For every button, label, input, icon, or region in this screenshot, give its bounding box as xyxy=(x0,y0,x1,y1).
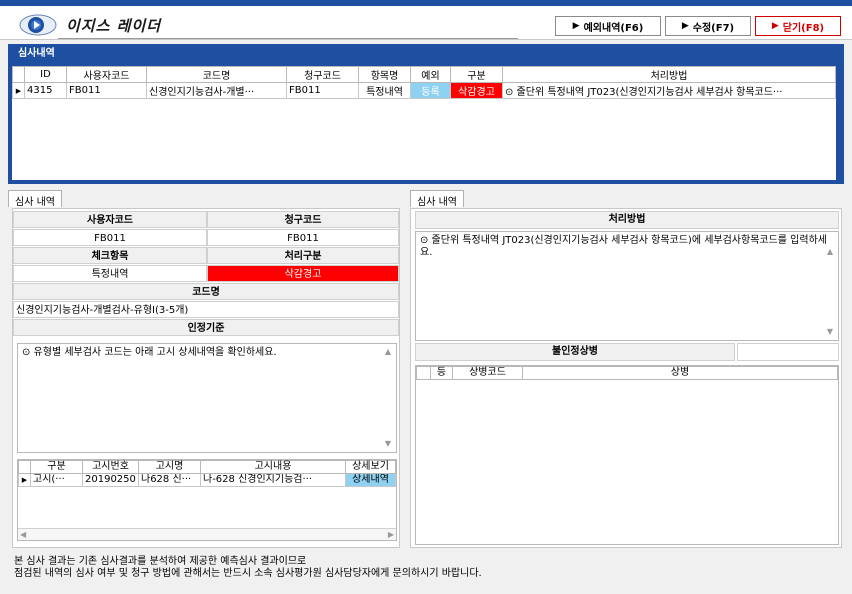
review-header-row: ID 사용자코드 코드명 청구코드 항목명 예외 구분 처리방법 xyxy=(12,66,836,83)
app-header: 이지스 레이더 ▶ 예외내역(F6) ▶ 수정(F7) ▶ 닫기(F8) xyxy=(0,6,852,40)
col-notice-number[interactable]: 고시번호 xyxy=(82,460,139,474)
col-notice-content[interactable]: 고시내용 xyxy=(200,460,346,474)
col-user-code[interactable]: 사용자코드 xyxy=(66,66,147,83)
play-icon: ▶ xyxy=(572,21,580,31)
cell-type: 고시(··· xyxy=(30,473,83,487)
criteria-label: 인정기준 xyxy=(13,319,399,336)
tab-review-left[interactable]: 심사 내역 xyxy=(8,190,62,208)
play-icon: ▶ xyxy=(681,21,689,31)
scroll-down-icon[interactable]: ▼ xyxy=(382,438,394,450)
col-code-name[interactable]: 코드명 xyxy=(146,66,287,83)
code-name-label: 코드명 xyxy=(13,283,399,300)
table-row[interactable]: ▶ 4315 FB011 신경인지기능검사-개별··· FB011 특정내역 등… xyxy=(12,82,836,99)
scroll-up-icon[interactable]: ▲ xyxy=(382,346,394,358)
user-code-value: FB011 xyxy=(13,229,207,246)
scroll-down-icon[interactable]: ▼ xyxy=(824,326,836,338)
notice-table: 구분 고시번호 고시명 고시내용 상세보기 ▶ 고시(··· 20190250 … xyxy=(18,460,396,487)
criteria-textarea[interactable]: ⊙ 유형별 세부검사 코드는 아래 고시 상세내역을 확인하세요. ▲ ▼ xyxy=(17,343,397,453)
col-rank[interactable]: 등 xyxy=(430,366,453,380)
cell-exception: 등록 xyxy=(410,82,451,99)
method-textarea[interactable]: ⊙ 줄단위 특정내역 JT023(신경인지기능검사 세부검사 항목코드)에 세부… xyxy=(415,231,839,341)
right-panel: 처리방법 ⊙ 줄단위 특정내역 JT023(신경인지기능검사 세부검사 항목코드… xyxy=(410,208,842,548)
cell-notice-content: 나-628 신경인지기능검··· xyxy=(200,473,346,487)
disease-header-row: 등 상병코드 상병 xyxy=(416,366,838,380)
col-item-name[interactable]: 항목명 xyxy=(358,66,411,83)
notice-header-row: 구분 고시번호 고시명 고시내용 상세보기 xyxy=(18,460,396,474)
cell-method: ⊙ 줄단위 특정내역 JT023(신경인지기능검사 세부검사 항목코드··· xyxy=(502,82,836,99)
claim-code-value: FB011 xyxy=(207,229,399,246)
check-item-value: 특정내역 xyxy=(13,265,207,282)
footer-notice: 본 심사 결과는 기존 심사결과를 분석하여 제공한 예측심사 결과이므로 점검… xyxy=(14,556,482,580)
col-claim-code[interactable]: 청구코드 xyxy=(286,66,359,83)
row-marker-icon: ▶ xyxy=(18,473,31,487)
left-panel: 사용자코드 청구코드 FB011 FB011 체크항목 처리구분 특정내역 삭감… xyxy=(12,208,400,548)
cell-notice-number: 20190250 xyxy=(82,473,139,487)
col-method[interactable]: 처리방법 xyxy=(502,66,836,83)
table-row[interactable]: ▶ 고시(··· 20190250 나628 신··· 나-628 신경인지기능… xyxy=(18,473,396,487)
process-type-value: 삭감경고 xyxy=(207,265,399,282)
col-id[interactable]: ID xyxy=(24,66,67,83)
scroll-left-icon[interactable]: ◀ xyxy=(20,529,26,541)
cell-item-name: 특정내역 xyxy=(358,82,411,99)
review-table-container: ID 사용자코드 코드명 청구코드 항목명 예외 구분 처리방법 ▶ 4315 … xyxy=(12,66,836,180)
cell-notice-name: 나628 신··· xyxy=(138,473,201,487)
code-name-value: 신경인지기능검사-개별검사-유형Ⅰ(3-5개) xyxy=(13,301,399,318)
disease-label: 불인정상병 xyxy=(415,343,735,361)
review-title: 심사내역 xyxy=(18,48,55,59)
col-type[interactable]: 구분 xyxy=(30,460,83,474)
horizontal-scrollbar[interactable]: ◀ ▶ xyxy=(18,528,396,540)
review-table: ID 사용자코드 코드명 청구코드 항목명 예외 구분 처리방법 ▶ 4315 … xyxy=(12,66,836,99)
footer-line-1: 본 심사 결과는 기존 심사결과를 분석하여 제공한 예측심사 결과이므로 xyxy=(14,556,307,567)
disease-table-container: 등 상병코드 상병 xyxy=(415,365,839,545)
close-button[interactable]: ▶ 닫기(F8) xyxy=(755,16,841,36)
tab-review-right[interactable]: 심사 내역 xyxy=(410,190,464,208)
col-disease-name[interactable]: 상병 xyxy=(522,366,838,380)
cell-category: 삭감경고 xyxy=(450,82,503,99)
check-item-label: 체크항목 xyxy=(13,247,207,264)
row-marker-icon: ▶ xyxy=(12,82,25,99)
process-type-label: 처리구분 xyxy=(207,247,399,264)
exception-button[interactable]: ▶ 예외내역(F6) xyxy=(555,16,661,36)
col-exception[interactable]: 예외 xyxy=(410,66,451,83)
play-icon: ▶ xyxy=(771,21,779,31)
disease-table: 등 상병코드 상병 xyxy=(416,366,838,380)
method-label: 처리방법 xyxy=(415,211,839,229)
cell-claim-code: FB011 xyxy=(286,82,359,99)
app-title: 이지스 레이더 xyxy=(66,17,162,35)
col-disease-code[interactable]: 상병코드 xyxy=(452,366,523,380)
cell-user-code: FB011 xyxy=(66,82,147,99)
col-category[interactable]: 구분 xyxy=(450,66,503,83)
user-code-label: 사용자코드 xyxy=(13,211,207,228)
cell-code-name: 신경인지기능검사-개별··· xyxy=(146,82,287,99)
title-underline xyxy=(58,38,518,39)
notice-table-container: 구분 고시번호 고시명 고시내용 상세보기 ▶ 고시(··· 20190250 … xyxy=(17,459,397,541)
footer-line-2: 점검된 내역의 심사 여부 및 청구 방법에 관해서는 반드시 소속 심사평가원… xyxy=(14,568,482,579)
radar-logo-icon xyxy=(19,14,57,36)
claim-code-label: 청구코드 xyxy=(207,211,399,228)
cell-id: 4315 xyxy=(24,82,67,99)
edit-button[interactable]: ▶ 수정(F7) xyxy=(665,16,751,36)
col-detail[interactable]: 상세보기 xyxy=(345,460,396,474)
disease-field[interactable] xyxy=(737,343,839,361)
scroll-up-icon[interactable]: ▲ xyxy=(824,246,836,258)
scroll-right-icon[interactable]: ▶ xyxy=(388,529,394,541)
detail-button[interactable]: 상세내역 xyxy=(345,473,396,487)
col-notice-name[interactable]: 고시명 xyxy=(138,460,201,474)
